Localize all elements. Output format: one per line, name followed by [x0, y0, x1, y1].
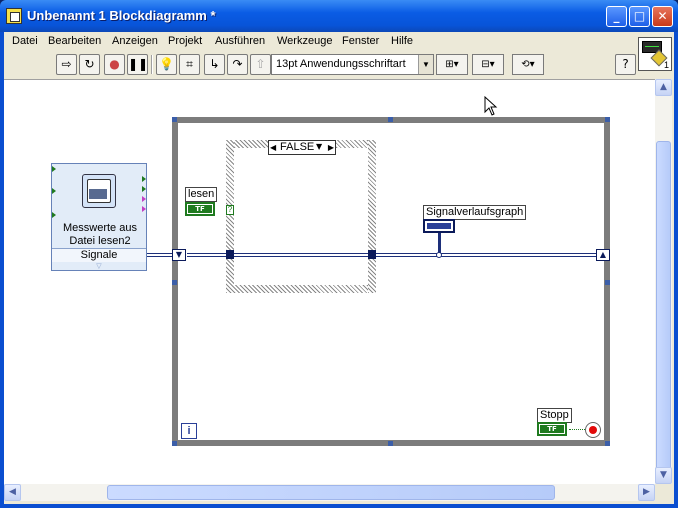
toolbar: ⇨ ↻ ● ❚❚ 💡 ⌗ ↳ ↷ ⇧ 13pt Anwendungsschrif… — [4, 51, 636, 78]
case-selector[interactable]: ◀ FALSE ▶ — [268, 140, 336, 155]
menu-fenster[interactable]: Fenster — [342, 35, 379, 47]
case-tunnel-left[interactable] — [226, 250, 234, 259]
resize-handle[interactable] — [172, 441, 177, 446]
tf-glyph: TF — [188, 205, 212, 213]
menu-datei[interactable]: Datei — [12, 35, 38, 47]
step-over-icon[interactable]: ↷ — [227, 54, 248, 75]
menu-ausfuehren[interactable]: Ausführen — [215, 35, 265, 47]
retain-wire-values-icon[interactable]: ⌗ — [179, 54, 200, 75]
resize-handle[interactable] — [605, 117, 610, 122]
wire-junction — [436, 252, 442, 258]
menu-anzeigen[interactable]: Anzeigen — [112, 35, 158, 47]
output-pin-icon — [142, 176, 146, 182]
case-structure-body[interactable] — [234, 148, 368, 285]
stopp-label[interactable]: Stopp — [537, 408, 572, 423]
subvi-messwerte-aus-datei-lesen[interactable]: Messwerte aus Datei lesen2 Signale ▽ — [51, 163, 147, 271]
abort-button[interactable]: ● — [104, 54, 125, 75]
resize-handle[interactable] — [605, 441, 610, 446]
shift-register-right[interactable]: ▲ — [596, 249, 610, 261]
subvi-title: Messwerte aus Datei lesen2 — [63, 222, 137, 247]
resize-handle[interactable] — [605, 280, 610, 285]
resize-handle[interactable] — [172, 280, 177, 285]
case-passthrough-wire[interactable] — [234, 253, 368, 257]
distribute-objects-dropdown[interactable]: ⊟▾ — [472, 54, 504, 75]
scroll-down-icon[interactable]: ▼ — [655, 467, 672, 484]
case-dropdown-icon[interactable]: ▼ — [316, 142, 322, 151]
scrollbar-corner — [655, 484, 672, 501]
expand-chevron-icon[interactable]: ▽ — [52, 262, 146, 270]
reorder-dropdown[interactable]: ⟲▾ — [512, 54, 544, 75]
signal-wire[interactable] — [146, 253, 172, 257]
signalverlaufsgraph-label[interactable]: Signalverlaufsgraph — [423, 205, 527, 220]
toolbar-separator — [151, 55, 153, 74]
step-out-icon[interactable]: ⇧ — [250, 54, 271, 75]
loop-condition-terminal[interactable] — [585, 422, 601, 438]
scroll-up-icon[interactable]: ▲ — [655, 79, 672, 96]
boolean-wire[interactable] — [569, 429, 585, 430]
lesen-boolean-terminal[interactable]: TF — [185, 202, 215, 216]
minimize-button[interactable]: _ — [606, 6, 627, 27]
file-read-icon — [82, 174, 116, 208]
resize-handle[interactable] — [172, 117, 177, 122]
case-structure-left-border[interactable] — [226, 140, 234, 293]
chevron-down-icon: ▼ — [418, 55, 433, 74]
input-pin-icon — [52, 188, 56, 194]
increment-arrow-icon[interactable]: ▶ — [328, 141, 334, 154]
vi-icon[interactable]: 1 — [638, 37, 672, 71]
waveform-graph-terminal[interactable] — [423, 219, 455, 233]
decrement-arrow-icon[interactable]: ◀ — [270, 141, 276, 154]
menu-projekt[interactable]: Projekt — [168, 35, 202, 47]
horizontal-scroll-thumb[interactable] — [107, 485, 555, 500]
input-pin-icon — [52, 212, 56, 218]
iteration-terminal[interactable]: i — [181, 423, 197, 439]
horizontal-scrollbar[interactable]: ◀ ▶ — [4, 484, 655, 501]
output-pin-icon — [142, 186, 146, 192]
menu-werkzeuge[interactable]: Werkzeuge — [277, 35, 332, 47]
resize-handle[interactable] — [388, 117, 393, 122]
maximize-button[interactable]: □ — [629, 6, 650, 27]
case-tunnel-right[interactable] — [368, 250, 376, 259]
mouse-cursor-icon — [484, 96, 498, 116]
input-pin-icon — [52, 166, 56, 172]
align-objects-dropdown[interactable]: ⊞▾ — [436, 54, 468, 75]
stopp-boolean-terminal[interactable]: TF — [537, 422, 567, 436]
pause-button[interactable]: ❚❚ — [127, 54, 148, 75]
run-continuously-button[interactable]: ↻ — [79, 54, 100, 75]
menu-bar: Datei Bearbeiten Anzeigen Projekt Ausfüh… — [4, 32, 634, 50]
subvi-output-signale[interactable]: Signale — [52, 248, 146, 262]
output-pin-icon — [142, 206, 146, 212]
scroll-right-icon[interactable]: ▶ — [638, 484, 655, 501]
font-select-value: 13pt Anwendungsschriftart — [276, 58, 406, 70]
highlight-execution-icon[interactable]: 💡 — [156, 54, 177, 75]
run-button[interactable]: ⇨ — [56, 54, 77, 75]
case-selector-terminal[interactable]: ? — [226, 205, 234, 215]
step-into-icon[interactable]: ↳ — [204, 54, 225, 75]
case-structure-right-border[interactable] — [368, 140, 376, 293]
vertical-scroll-thumb[interactable] — [656, 141, 671, 481]
menu-hilfe[interactable]: Hilfe — [391, 35, 413, 47]
lesen-label[interactable]: lesen — [185, 187, 218, 202]
context-help-button[interactable]: ? — [615, 54, 636, 75]
case-structure-bottom-border[interactable] — [226, 285, 376, 293]
case-selector-value: FALSE — [280, 141, 315, 153]
scroll-left-icon[interactable]: ◀ — [4, 484, 21, 501]
window-title: Unbenannt 1 Blockdiagramm * — [27, 8, 216, 23]
output-pin-icon — [142, 196, 146, 202]
vertical-scrollbar[interactable]: ▲ ▼ — [655, 79, 672, 484]
labview-app-icon[interactable] — [6, 8, 22, 24]
shift-register-left[interactable]: ▼ — [172, 249, 186, 261]
font-select[interactable]: 13pt Anwendungsschriftart ▼ — [271, 54, 434, 75]
tf-glyph: TF — [540, 425, 564, 433]
close-button[interactable]: ✕ — [652, 6, 673, 27]
menu-bearbeiten[interactable]: Bearbeiten — [48, 35, 101, 47]
resize-handle[interactable] — [388, 441, 393, 446]
vi-icon-number: 1 — [663, 60, 669, 70]
